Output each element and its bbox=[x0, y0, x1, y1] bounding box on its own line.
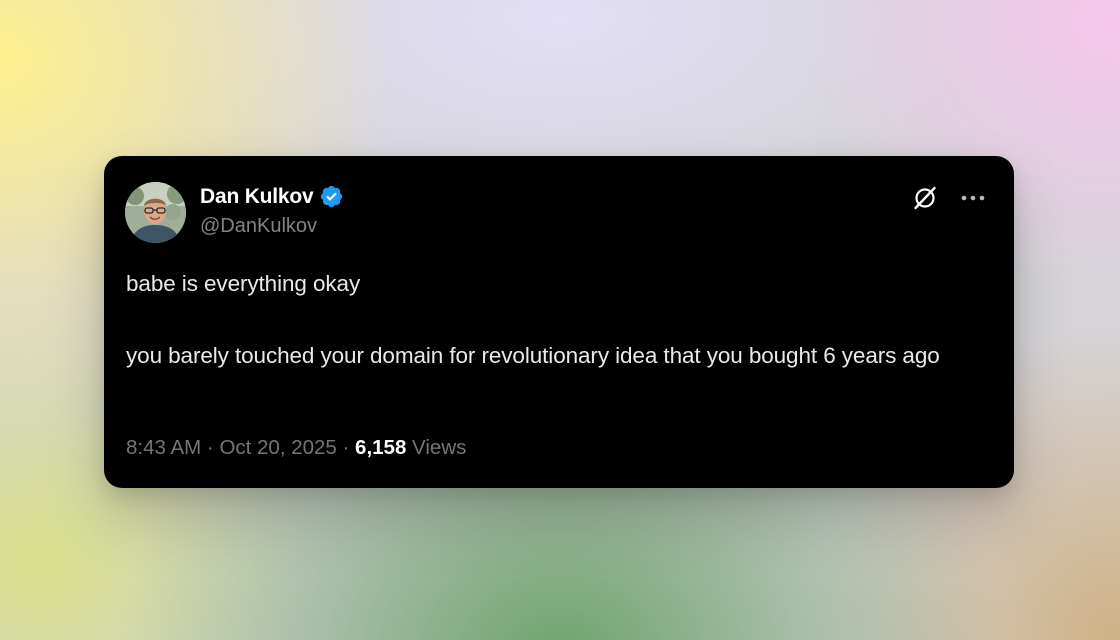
meta-separator: · bbox=[336, 436, 356, 459]
author-handle[interactable]: @DanKulkov bbox=[200, 215, 317, 238]
tweet-date[interactable]: Oct 20, 2025 bbox=[219, 436, 336, 459]
verified-badge-icon bbox=[319, 184, 344, 209]
tweet-card[interactable]: Dan Kulkov @DanKulkov babe is everything… bbox=[104, 156, 1014, 488]
avatar[interactable] bbox=[125, 182, 186, 243]
tweet-text-line-1: babe is everything okay bbox=[126, 271, 361, 296]
tweet-actions bbox=[910, 183, 988, 213]
tweet-time[interactable]: 8:43 AM bbox=[126, 436, 201, 459]
unlink-icon[interactable] bbox=[910, 183, 940, 213]
author-name[interactable]: Dan Kulkov bbox=[200, 185, 314, 209]
tweet-meta: 8:43 AM · Oct 20, 2025 · 6,158 Views bbox=[126, 436, 466, 460]
author-name-row[interactable]: Dan Kulkov bbox=[200, 184, 344, 209]
views-label: Views bbox=[406, 436, 467, 459]
tweet-text: babe is everything okay you barely touch… bbox=[126, 266, 996, 374]
meta-separator: · bbox=[201, 436, 220, 459]
avatar-photo bbox=[125, 182, 186, 243]
views-count[interactable]: 6,158 bbox=[355, 436, 406, 459]
more-horizontal-icon[interactable] bbox=[958, 183, 988, 213]
tweet-text-line-2: you barely touched your domain for revol… bbox=[126, 343, 940, 368]
